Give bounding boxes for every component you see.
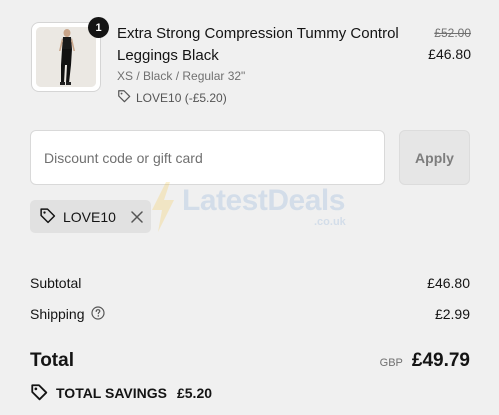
total-row: Total GBP £49.79 xyxy=(30,347,470,375)
shipping-label-group: Shipping xyxy=(30,305,105,323)
product-variant: XS / Black / Regular 32" xyxy=(117,69,246,83)
watermark-logo: LatestDeals .co.uk xyxy=(148,182,363,234)
compare-at-price: £52.00 xyxy=(434,26,471,40)
subtotal-value: £46.80 xyxy=(427,275,470,291)
savings-tag-icon xyxy=(30,383,48,404)
total-savings: TOTAL SAVINGS £5.20 xyxy=(30,383,212,403)
savings-value: £5.20 xyxy=(176,385,213,401)
product-title: Extra Strong Compression Tummy Control L… xyxy=(117,25,399,64)
leggings-product-image xyxy=(36,27,96,87)
watermark-text: LatestDeals xyxy=(182,184,345,217)
savings-label: TOTAL SAVINGS xyxy=(56,385,167,401)
tag-icon xyxy=(117,89,131,106)
shipping-row: Shipping £2.99 xyxy=(30,304,470,324)
discount-code-input[interactable] xyxy=(30,130,385,185)
applied-discount-tag: LOVE10 xyxy=(30,200,151,233)
product-discount: LOVE10 (-£5.20) xyxy=(117,89,227,106)
close-icon[interactable] xyxy=(131,210,143,223)
product-discount-label: LOVE10 (-£5.20) xyxy=(136,90,227,105)
line-item: 1 Extra Strong Compression Tummy Control… xyxy=(31,17,471,112)
total-label: Total xyxy=(30,350,74,371)
total-value: £49.79 xyxy=(411,350,470,371)
subtotal-label: Subtotal xyxy=(30,275,82,291)
apply-button[interactable]: Apply xyxy=(399,130,470,185)
total-amount-group: GBP £49.79 xyxy=(380,350,470,372)
quantity-badge: 1 xyxy=(88,17,109,38)
subtotal-row: Subtotal £46.80 xyxy=(30,273,470,293)
shipping-value: £2.99 xyxy=(434,306,470,322)
applied-code-label: LOVE10 xyxy=(63,208,116,225)
watermark-subtext: .co.uk xyxy=(314,216,346,228)
shipping-label: Shipping xyxy=(30,306,85,322)
product-thumbnail: 1 xyxy=(31,17,109,92)
tag-icon xyxy=(39,207,56,227)
currency-code: GBP xyxy=(379,357,403,369)
product-price: £46.80 xyxy=(428,46,471,62)
help-icon[interactable] xyxy=(90,305,105,323)
